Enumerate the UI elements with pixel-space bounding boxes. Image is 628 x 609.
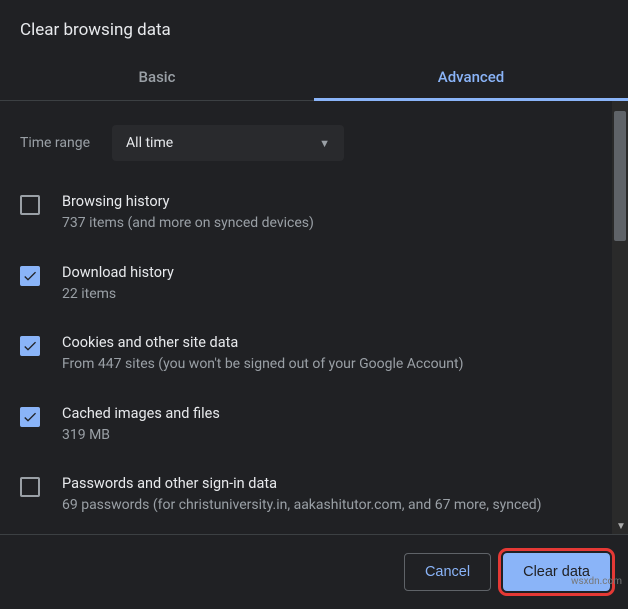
scrollbar[interactable]: ▼ (612, 101, 628, 534)
watermark: wsxdn.com (571, 576, 622, 587)
check-icon (22, 338, 38, 354)
option-title: Passwords and other sign-in data (62, 475, 542, 492)
tab-basic[interactable]: Basic (0, 54, 314, 100)
option-sub: 22 items (62, 285, 174, 305)
content: Time range All time ▼ Browsing history 7… (0, 101, 612, 534)
checkbox-passwords[interactable] (20, 477, 40, 497)
tabs: Basic Advanced (0, 54, 628, 101)
checkbox-cookies[interactable] (20, 336, 40, 356)
chevron-down-icon: ▼ (319, 137, 330, 150)
scroll-down-icon[interactable]: ▼ (616, 521, 626, 532)
option-title: Cached images and files (62, 405, 220, 422)
dialog-title: Clear browsing data (0, 0, 628, 54)
time-range-row: Time range All time ▼ (20, 111, 592, 181)
content-wrap: Time range All time ▼ Browsing history 7… (0, 101, 628, 535)
checkbox-download-history[interactable] (20, 266, 40, 286)
option-download-history: Download history 22 items (20, 252, 592, 323)
cancel-button[interactable]: Cancel (404, 553, 491, 591)
time-range-value: All time (126, 135, 173, 151)
footer: Cancel Clear data (0, 535, 628, 609)
option-title: Browsing history (62, 193, 314, 210)
option-cached: Cached images and files 319 MB (20, 393, 592, 464)
tab-advanced[interactable]: Advanced (314, 54, 628, 101)
option-cookies: Cookies and other site data From 447 sit… (20, 322, 592, 393)
scroll-thumb[interactable] (614, 111, 626, 241)
option-title: Cookies and other site data (62, 334, 463, 351)
check-icon (22, 409, 38, 425)
checkbox-browsing-history[interactable] (20, 195, 40, 215)
option-sub: 319 MB (62, 426, 220, 446)
option-sub: 69 passwords (for christuniversity.in, a… (62, 496, 542, 516)
clear-browsing-data-dialog: Clear browsing data Basic Advanced Time … (0, 0, 628, 590)
checkbox-cached[interactable] (20, 407, 40, 427)
time-range-select[interactable]: All time ▼ (112, 125, 344, 161)
check-icon (22, 268, 38, 284)
time-range-label: Time range (20, 135, 90, 151)
option-browsing-history: Browsing history 737 items (and more on … (20, 181, 592, 252)
option-sub: 737 items (and more on synced devices) (62, 214, 314, 234)
option-title: Download history (62, 264, 174, 281)
option-sub: From 447 sites (you won't be signed out … (62, 355, 463, 375)
option-passwords: Passwords and other sign-in data 69 pass… (20, 463, 592, 534)
